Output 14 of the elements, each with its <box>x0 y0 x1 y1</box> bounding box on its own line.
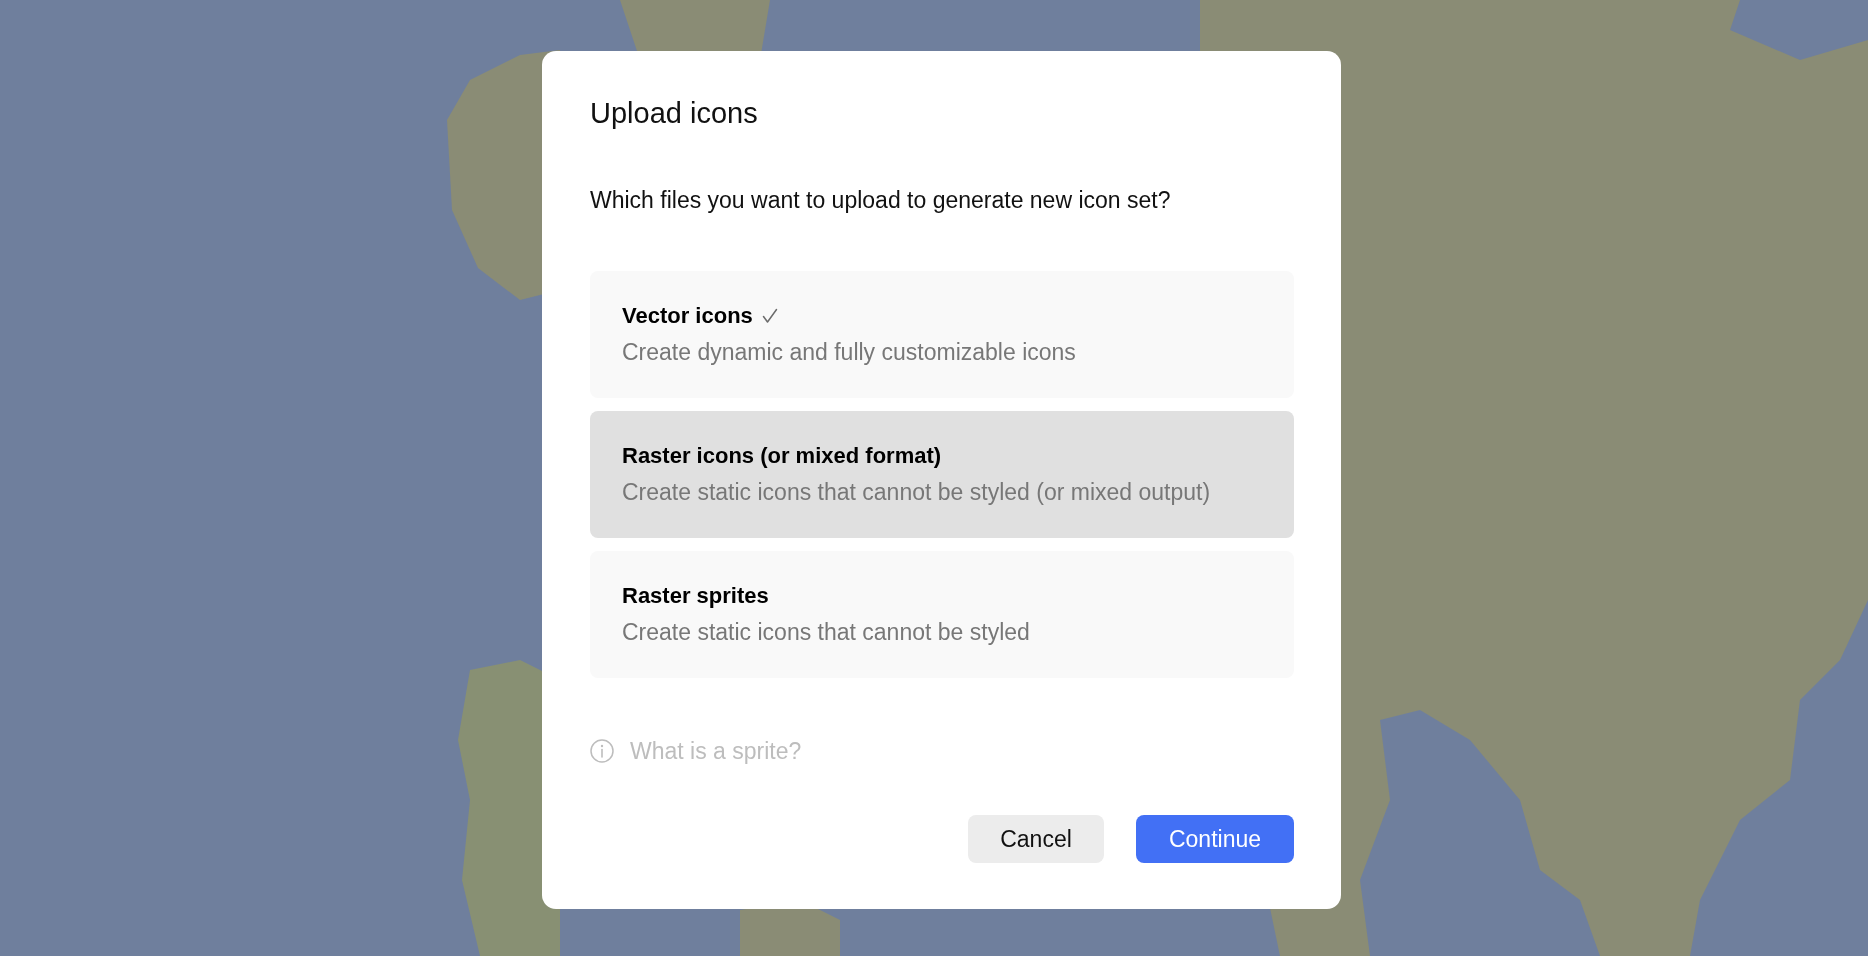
dialog-question: Which files you want to upload to generate new icon set? <box>590 186 1171 215</box>
option-title: Vector icons <box>622 302 753 330</box>
continue-button[interactable]: Continue <box>1136 815 1294 863</box>
dialog-title: Upload icons <box>590 96 758 130</box>
info-icon <box>590 739 614 763</box>
option-description: Create static icons that cannot be styled (or mixed output) <box>622 478 1211 507</box>
option-description: Create static icons that cannot be styled <box>622 618 1030 647</box>
option-card[interactable]: Vector icons Create dynamic and fully customizable icons <box>590 271 1294 398</box>
option-title: Raster icons (or mixed format) <box>622 442 942 470</box>
option-card[interactable]: Raster icons (or mixed format) Create static icons that cannot be styled (or mixed output) <box>590 411 1294 538</box>
option-description: Create dynamic and fully customizable icons <box>622 338 1076 367</box>
option-card[interactable]: Raster sprites Create static icons that cannot be styled <box>590 551 1294 678</box>
option-title: Raster sprites <box>622 582 769 610</box>
cancel-button[interactable]: Cancel <box>968 815 1104 863</box>
